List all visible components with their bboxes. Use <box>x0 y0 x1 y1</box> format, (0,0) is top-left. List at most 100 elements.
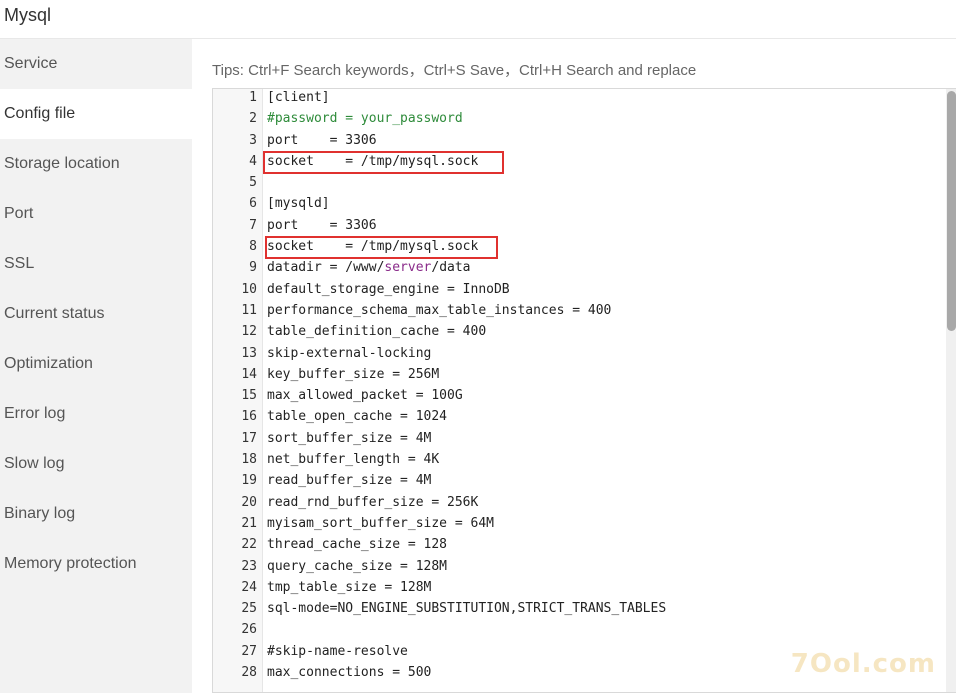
sidebar-item-config-file[interactable]: Config file <box>0 89 192 139</box>
code-line[interactable]: 21 myisam_sort_buffer_size = 64M <box>213 515 946 536</box>
line-number: 25 <box>241 601 257 617</box>
code-text[interactable]: [mysqld] <box>267 196 330 211</box>
code-text[interactable]: #password = your_password <box>267 111 463 126</box>
sidebar-item-service[interactable]: Service <box>0 39 192 89</box>
code-text[interactable]: net_buffer_length = 4K <box>267 452 439 467</box>
code-line[interactable]: 7 port = 3306 <box>213 217 946 238</box>
sidebar-item-port[interactable]: Port <box>0 189 192 239</box>
watermark: 7Ool.com <box>790 649 936 679</box>
code-text[interactable]: sort_buffer_size = 4M <box>267 431 431 446</box>
code-text[interactable]: port = 3306 <box>267 133 377 148</box>
code-line[interactable]: 24 tmp_table_size = 128M <box>213 579 946 600</box>
code-line[interactable]: 18 net_buffer_length = 4K <box>213 451 946 472</box>
code-line[interactable]: 16 table_open_cache = 1024 <box>213 408 946 429</box>
line-number: 18 <box>241 452 257 468</box>
code-line[interactable]: 8 socket = /tmp/mysql.sock <box>213 236 946 260</box>
code-line[interactable]: 15 max_allowed_packet = 100G <box>213 387 946 408</box>
code-text[interactable]: myisam_sort_buffer_size = 64M <box>267 516 494 531</box>
code-line[interactable]: 23 query_cache_size = 128M <box>213 558 946 579</box>
code-line[interactable]: 1 [client] <box>213 89 946 110</box>
sidebar-item-storage-location[interactable]: Storage location <box>0 139 192 189</box>
line-number: 6 <box>249 196 257 212</box>
code-text[interactable]: sql-mode=NO_ENGINE_SUBSTITUTION,STRICT_T… <box>267 601 666 616</box>
code-line[interactable]: 14 key_buffer_size = 256M <box>213 366 946 387</box>
code-line[interactable]: 12 table_definition_cache = 400 <box>213 323 946 344</box>
line-number: 8 <box>249 239 257 255</box>
code-text[interactable]: [client] <box>267 90 330 105</box>
sidebar-item-ssl[interactable]: SSL <box>0 239 192 289</box>
code-line[interactable]: 22 thread_cache_size = 128 <box>213 536 946 557</box>
highlight-box <box>265 236 498 260</box>
config-editor[interactable]: 1 [client] 2 #password = your_password 3 port… <box>212 88 956 693</box>
code-text[interactable]: read_buffer_size = 4M <box>267 473 431 488</box>
code-line[interactable]: 20 read_rnd_buffer_size = 256K <box>213 494 946 515</box>
code-text[interactable]: performance_schema_max_table_instances =… <box>267 303 611 318</box>
code-text[interactable]: thread_cache_size = 128 <box>267 537 447 552</box>
editor-scrollbar[interactable] <box>946 89 956 692</box>
line-number: 16 <box>241 409 257 425</box>
line-number: 19 <box>241 473 257 489</box>
line-number: 2 <box>249 111 257 127</box>
code-text[interactable]: tmp_table_size = 128M <box>267 580 431 595</box>
line-number: 26 <box>241 622 257 638</box>
code-text[interactable]: read_rnd_buffer_size = 256K <box>267 495 478 510</box>
code-line[interactable]: 10 default_storage_engine = InnoDB <box>213 281 946 302</box>
code-text[interactable]: query_cache_size = 128M <box>267 559 447 574</box>
code-line[interactable]: 2 #password = your_password <box>213 110 946 131</box>
code-line[interactable]: 6 [mysqld] <box>213 195 946 216</box>
line-number: 3 <box>249 132 257 148</box>
line-number: 28 <box>241 665 257 681</box>
sidebar-item-memory-protection[interactable]: Memory protection <box>0 539 192 589</box>
code-text[interactable]: table_open_cache = 1024 <box>267 409 447 424</box>
line-number: 11 <box>241 302 257 318</box>
line-number: 22 <box>241 537 257 553</box>
code-line[interactable]: 17 sort_buffer_size = 4M <box>213 430 946 451</box>
line-number: 14 <box>241 366 257 382</box>
code-text[interactable]: table_definition_cache = 400 <box>267 324 486 339</box>
code-line[interactable]: 25 sql-mode=NO_ENGINE_SUBSTITUTION,STRICT… <box>213 600 946 621</box>
code-line[interactable]: 11 performance_schema_max_table_instances… <box>213 302 946 323</box>
code-line[interactable]: 19 read_buffer_size = 4M <box>213 472 946 493</box>
code-line[interactable]: 9 datadir = /www/server/data <box>213 259 946 280</box>
scrollbar-thumb[interactable] <box>947 91 956 331</box>
editor-lines[interactable]: 1 [client] 2 #password = your_password 3 port… <box>213 89 946 685</box>
tips-text: Tips: Ctrl+F Search keywords，Ctrl+S Save… <box>212 62 697 79</box>
code-text[interactable]: default_storage_engine = InnoDB <box>267 282 510 297</box>
line-number: 12 <box>241 324 257 340</box>
line-number: 20 <box>241 494 257 510</box>
code-line[interactable]: 4 socket = /tmp/mysql.sock <box>213 150 946 174</box>
sidebar-item-current-status[interactable]: Current status <box>0 289 192 339</box>
line-number: 1 <box>249 90 257 105</box>
window-titlebar: Mysql <box>0 0 956 39</box>
sidebar-item-slow-log[interactable]: Slow log <box>0 439 192 489</box>
code-line[interactable]: 13 skip-external-locking <box>213 345 946 366</box>
line-number: 15 <box>241 388 257 404</box>
line-number: 23 <box>241 558 257 574</box>
window-title: Mysql <box>4 5 52 25</box>
code-text[interactable]: datadir = /www/server/data <box>267 260 471 275</box>
sidebar-item-error-log[interactable]: Error log <box>0 389 192 439</box>
code-text[interactable]: max_connections = 500 <box>267 665 431 680</box>
line-number: 9 <box>249 260 257 276</box>
line-number: 17 <box>241 430 257 446</box>
line-number: 7 <box>249 217 257 233</box>
line-number: 24 <box>241 579 257 595</box>
sidebar: Service Config file Storage location Por… <box>0 39 192 693</box>
code-text[interactable]: skip-external-locking <box>267 346 431 361</box>
code-text[interactable]: #skip-name-resolve <box>267 644 408 659</box>
line-number: 27 <box>241 643 257 659</box>
line-number: 4 <box>249 153 257 169</box>
code-text[interactable]: max_allowed_packet = 100G <box>267 388 463 403</box>
code-line[interactable]: 5 <box>213 174 946 195</box>
line-number: 21 <box>241 515 257 531</box>
line-number: 10 <box>241 281 257 297</box>
code-line[interactable]: 26 <box>213 621 946 642</box>
code-line[interactable]: 3 port = 3306 <box>213 132 946 153</box>
line-number: 13 <box>241 345 257 361</box>
sidebar-item-optimization[interactable]: Optimization <box>0 339 192 389</box>
code-text[interactable]: key_buffer_size = 256M <box>267 367 439 382</box>
code-text[interactable]: port = 3306 <box>267 218 377 233</box>
sidebar-item-binary-log[interactable]: Binary log <box>0 489 192 539</box>
highlight-box <box>263 150 504 174</box>
line-number: 5 <box>249 175 257 191</box>
